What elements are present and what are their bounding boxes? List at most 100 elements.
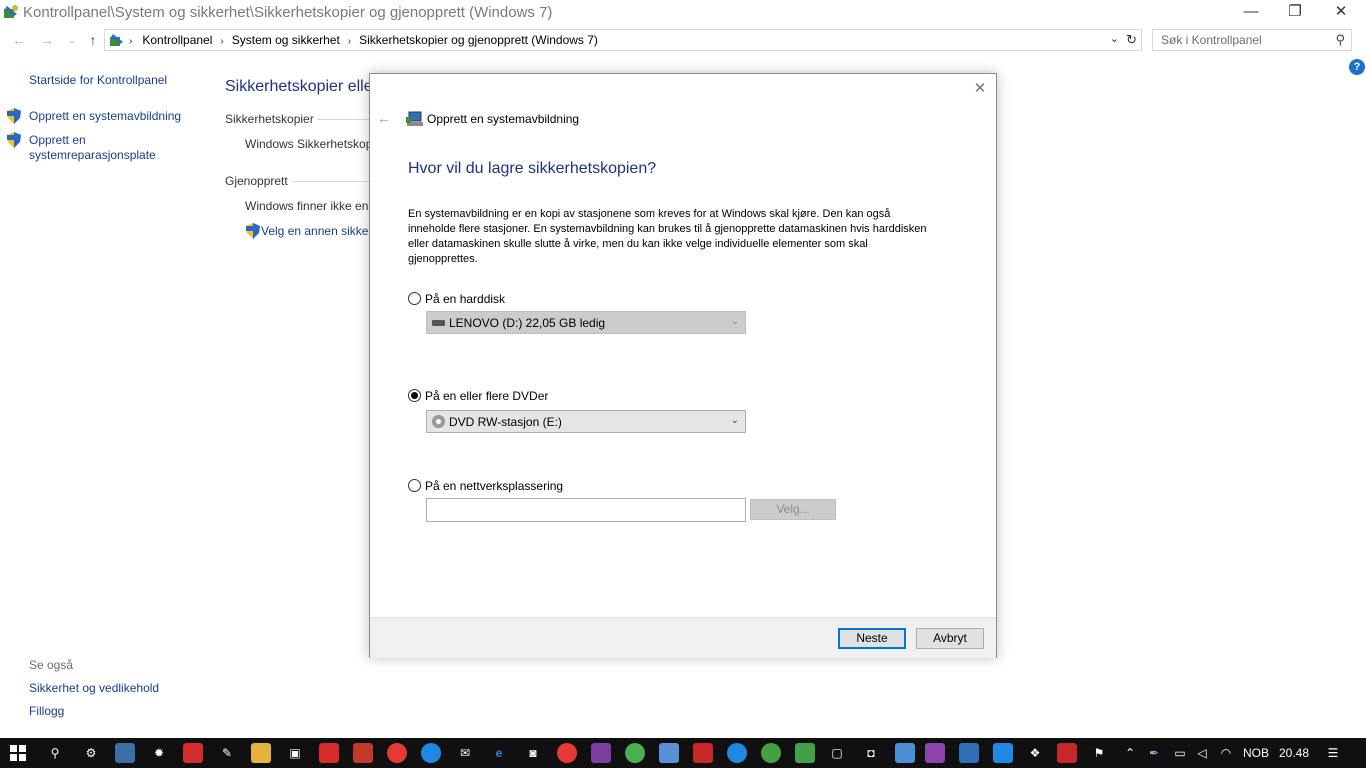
- app-icon[interactable]: [115, 743, 135, 763]
- chevron-down-icon: ⌄: [730, 316, 739, 327]
- app-icon[interactable]: [387, 743, 407, 763]
- camera-icon[interactable]: ◘: [861, 743, 881, 763]
- radio-harddisk-label[interactable]: På en harddisk: [425, 292, 505, 306]
- settings-gear-icon[interactable]: ⚙: [81, 743, 101, 763]
- dialog-heading: Hvor vil du lagre sikkerhetskopien?: [408, 160, 657, 177]
- sidebar-link-repair-disc-line1[interactable]: Opprett en: [29, 133, 86, 147]
- create-system-image-dialog: ✕ ← Opprett en systemavbildning Hvor vil…: [369, 73, 997, 658]
- chat-app-icon[interactable]: [795, 743, 815, 763]
- chevron-right-icon[interactable]: ›: [348, 36, 351, 47]
- dialog-close-button[interactable]: ✕: [970, 79, 990, 99]
- messenger-icon[interactable]: [993, 743, 1013, 763]
- chevron-right-icon[interactable]: ›: [220, 36, 223, 47]
- dvd-select[interactable]: DVD RW-stasjon (E:) ⌄: [426, 410, 746, 433]
- volume-icon[interactable]: ◁: [1192, 743, 1212, 763]
- sidebar-link-repair-disc-line2[interactable]: systemreparasjonsplate: [29, 148, 156, 162]
- app-icon[interactable]: [421, 743, 441, 763]
- breadcrumb-item[interactable]: Kontrollpanel: [142, 33, 212, 47]
- app-icon[interactable]: [659, 743, 679, 763]
- radio-dvd[interactable]: [408, 389, 421, 402]
- start-windows-icon[interactable]: [10, 745, 26, 761]
- harddisk-select[interactable]: LENOVO (D:) 22,05 GB ledig ⌄: [426, 311, 746, 334]
- pdf-icon[interactable]: [1057, 743, 1077, 763]
- app-icon[interactable]: [353, 743, 373, 763]
- chevron-down-icon: ⌄: [730, 415, 739, 426]
- next-button[interactable]: Neste: [838, 628, 906, 649]
- file-explorer-icon[interactable]: [251, 743, 271, 763]
- up-arrow-icon[interactable]: ↑: [83, 30, 103, 50]
- network-path-input[interactable]: [426, 498, 746, 522]
- radio-dvd-label[interactable]: På en eller flere DVDer: [425, 389, 548, 403]
- sidebar-link-security-maintenance[interactable]: Sikkerhet og vedlikehold: [29, 681, 159, 695]
- see-also-heading: Se også: [29, 658, 74, 672]
- backup-status-text: Windows Sikkerhetskop: [245, 137, 373, 151]
- app-icon[interactable]: ⚑: [1089, 743, 1109, 763]
- choose-network-location-button[interactable]: Velg...: [750, 499, 836, 520]
- breadcrumb-item[interactable]: System og sikkerhet: [232, 33, 340, 47]
- maximize-button[interactable]: ❐: [1272, 0, 1318, 26]
- battery-icon[interactable]: ▭: [1170, 743, 1190, 763]
- address-dropdown-icon[interactable]: ⌄: [1110, 32, 1119, 45]
- refresh-icon[interactable]: ↻: [1126, 32, 1137, 48]
- calculator-icon[interactable]: [693, 743, 713, 763]
- onenote-icon[interactable]: [591, 743, 611, 763]
- radio-harddisk[interactable]: [408, 292, 421, 305]
- radio-network[interactable]: [408, 479, 421, 492]
- breadcrumb: › Kontrollpanel › System og sikkerhet › Sikke…: [129, 33, 598, 47]
- app-icon[interactable]: ✎: [217, 743, 237, 763]
- back-arrow-icon[interactable]: ←: [9, 30, 29, 50]
- pen-icon[interactable]: ✒: [1144, 743, 1164, 763]
- dropbox-icon[interactable]: ❖: [1025, 743, 1045, 763]
- radio-network-label[interactable]: På en nettverksplassering: [425, 479, 563, 493]
- breadcrumb-item[interactable]: Sikkerhetskopier og gjenopprett (Windows…: [359, 33, 598, 47]
- dvd-select-value: DVD RW-stasjon (E:): [449, 415, 562, 429]
- help-icon[interactable]: ?: [1349, 59, 1365, 75]
- search-icon[interactable]: ⚲: [1335, 32, 1345, 48]
- wifi-icon[interactable]: ◠: [1216, 743, 1236, 763]
- dialog-back-arrow-icon[interactable]: ←: [377, 110, 391, 126]
- search-input[interactable]: Søk i Kontrollpanel ⚲: [1152, 29, 1352, 51]
- sidebar-link-file-history[interactable]: Fillogg: [29, 704, 64, 718]
- skype-icon[interactable]: [727, 743, 747, 763]
- cancel-button[interactable]: Avbryt: [916, 628, 984, 649]
- app-icon[interactable]: [183, 743, 203, 763]
- sidebar-link-home[interactable]: Startside for Kontrollpanel: [29, 73, 167, 87]
- uac-shield-icon: [7, 132, 21, 148]
- uac-shield-icon: [246, 223, 260, 239]
- search-icon[interactable]: ⚲: [45, 743, 65, 763]
- dialog-description: En systemavbildning er en kopi av stasjo…: [408, 208, 927, 265]
- forward-arrow-icon[interactable]: →: [37, 30, 57, 50]
- tips-lightbulb-icon[interactable]: ✹: [149, 743, 169, 763]
- section-divider: [317, 119, 369, 120]
- store-icon[interactable]: ▣: [285, 743, 305, 763]
- restore-other-backup-link[interactable]: Velg en annen sikker: [261, 224, 372, 238]
- clock[interactable]: 20.48: [1279, 746, 1309, 760]
- restore-status-text: Windows finner ikke en: [245, 199, 369, 213]
- keyboard-icon[interactable]: [895, 743, 915, 763]
- taskbar: ⚲ ⚙ ✹ ✎ ▣ ✉ e ◙ ▢ ◘ ❖ ⚑ ⌃ ✒ ▭ ◁ ◠ NOB 20…: [0, 738, 1366, 768]
- recent-locations-chevron-icon[interactable]: ⌄: [62, 30, 82, 50]
- section-divider: [292, 181, 369, 182]
- app-icon[interactable]: [319, 743, 339, 763]
- search-placeholder: Søk i Kontrollpanel: [1161, 33, 1262, 47]
- control-panel-icon: [4, 5, 18, 18]
- edge-browser-icon[interactable]: e: [489, 743, 509, 763]
- sidebar-link-create-system-image[interactable]: Opprett en systemavbildning: [29, 109, 181, 123]
- close-button[interactable]: ✕: [1318, 0, 1364, 26]
- window-title: Kontrollpanel\System og sikkerhet\Sikker…: [23, 4, 553, 21]
- app-icon[interactable]: ▢: [827, 743, 847, 763]
- chrome-icon[interactable]: [625, 743, 645, 763]
- input-language[interactable]: NOB: [1243, 746, 1269, 760]
- paint-icon[interactable]: [925, 743, 945, 763]
- mail-icon[interactable]: ✉: [455, 743, 475, 763]
- camera-icon[interactable]: ◙: [523, 743, 543, 763]
- whatsapp-icon[interactable]: [761, 743, 781, 763]
- opera-icon[interactable]: [557, 743, 577, 763]
- minimize-button[interactable]: —: [1228, 0, 1274, 26]
- control-panel-icon[interactable]: [959, 743, 979, 763]
- show-hidden-icons-chevron-icon[interactable]: ⌃: [1120, 743, 1140, 763]
- control-panel-icon: [110, 34, 123, 46]
- address-bar[interactable]: › Kontrollpanel › System og sikkerhet › Sikke…: [104, 29, 1142, 51]
- uac-shield-icon: [7, 108, 21, 124]
- action-center-icon[interactable]: ☰: [1323, 743, 1343, 763]
